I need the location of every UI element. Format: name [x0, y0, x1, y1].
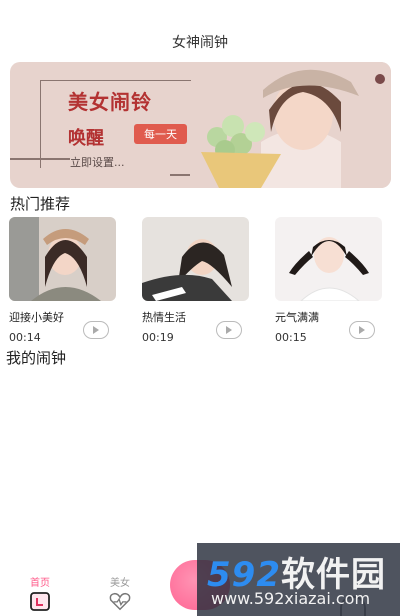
watermark-url: www.592xiazai.com [211, 589, 371, 608]
hot-item-thumbnail [9, 217, 116, 301]
calendar-icon [30, 592, 50, 611]
watermark: 592软件园 www.592xiazai.com [197, 543, 400, 616]
play-icon [93, 326, 99, 334]
play-button[interactable] [216, 321, 242, 339]
banner-subtitle: 唤醒 [68, 128, 104, 149]
banner-line [170, 174, 190, 176]
banner-tag: 每一天 [134, 124, 187, 144]
play-button[interactable] [83, 321, 109, 339]
hot-item-card[interactable]: 热情生活 00:19 [142, 217, 249, 344]
play-button[interactable] [349, 321, 375, 339]
section-title-hot: 热门推荐 [10, 195, 71, 213]
hot-item-card[interactable]: 迎接小美好 00:14 [9, 217, 116, 344]
tab-beauty[interactable]: 美女 [90, 574, 150, 614]
app-header: 女神闹钟 [0, 0, 400, 60]
tab-beauty-label: 美女 [110, 578, 130, 589]
heart-icon [109, 592, 131, 611]
play-icon [359, 326, 365, 334]
banner-line [10, 158, 70, 160]
tab-home[interactable]: 首页 [10, 574, 70, 614]
hot-item-thumbnail [142, 217, 249, 301]
tab-home-label: 首页 [30, 578, 50, 589]
banner-photo [191, 62, 391, 188]
banner-title: 美女闹铃 [68, 90, 152, 114]
banner-dot [375, 74, 385, 84]
hot-item-card[interactable]: 元气满满 00:15 [275, 217, 382, 344]
banner-cta[interactable]: 立即设置... [70, 154, 125, 170]
promo-banner[interactable]: 美女闹铃 唤醒 每一天 立即设置... [10, 62, 391, 188]
hot-item-thumbnail [275, 217, 382, 302]
page-title: 女神闹钟 [172, 35, 228, 51]
play-icon [226, 326, 232, 334]
section-title-my-alarms: 我的闹钟 [6, 349, 67, 367]
